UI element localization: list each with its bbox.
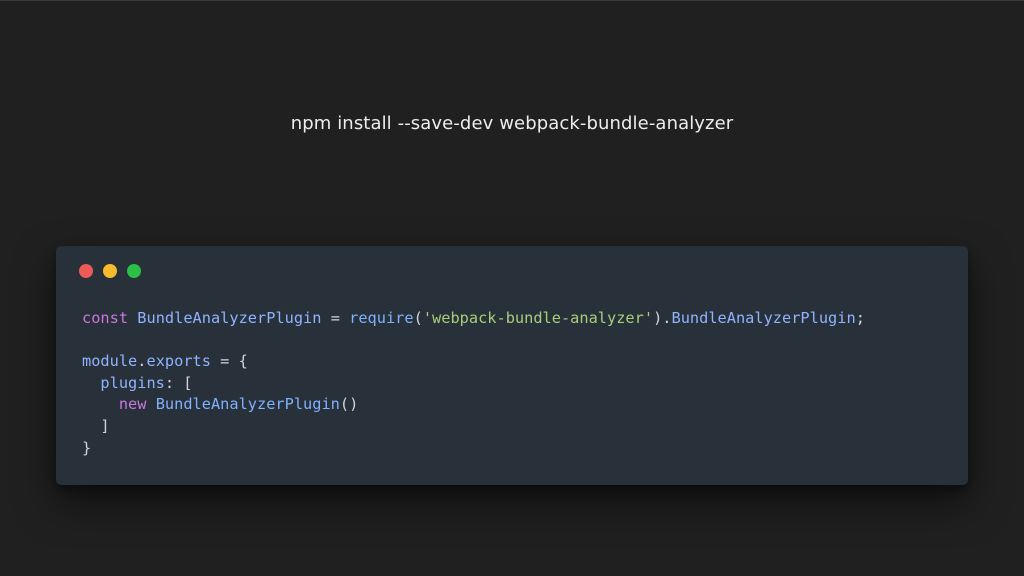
install-command-text: npm install --save-dev webpack-bundle-an… (290, 113, 734, 134)
identifier-bundle-analyzer-plugin: BundleAnalyzerPlugin (137, 309, 322, 327)
code-window: const BundleAnalyzerPlugin = require('we… (56, 246, 968, 485)
member-bundle-analyzer-plugin: BundleAnalyzerPlugin (671, 309, 856, 327)
colon-open-bracket: : [ (164, 373, 193, 392)
constructor-bundle-analyzer-plugin: BundleAnalyzerPlugin (155, 395, 340, 414)
identifier-module: module (82, 352, 138, 371)
minimize-dot-icon (103, 264, 117, 278)
code-block: const BundleAnalyzerPlugin = require('we… (82, 308, 865, 459)
keyword-const: const (82, 309, 129, 327)
code-line-5: new BundleAnalyzerPlugin() (82, 394, 865, 416)
property-exports: exports (146, 352, 211, 371)
assignment-operator: = (321, 309, 350, 327)
module-string: 'webpack-bundle-analyzer' (422, 309, 654, 327)
semicolon: ; (855, 309, 865, 327)
maximize-dot-icon (127, 264, 141, 278)
open-paren: ( (413, 309, 423, 327)
code-line-3: module.exports = { (82, 351, 865, 373)
property-plugins: plugins (100, 373, 165, 392)
assignment-open-brace: = { (210, 352, 248, 371)
code-line-6: ] (82, 416, 110, 435)
code-line-4: plugins: [ (82, 373, 865, 395)
keyword-new: new (118, 395, 147, 414)
code-line-1: const BundleAnalyzerPlugin = require('we… (82, 308, 865, 330)
require-call: require (349, 309, 414, 327)
close-paren-dot: ). (653, 309, 672, 327)
code-line-7: } (82, 438, 92, 457)
top-border (0, 0, 1024, 1)
call-parens: () (339, 395, 359, 414)
close-dot-icon (79, 264, 93, 278)
